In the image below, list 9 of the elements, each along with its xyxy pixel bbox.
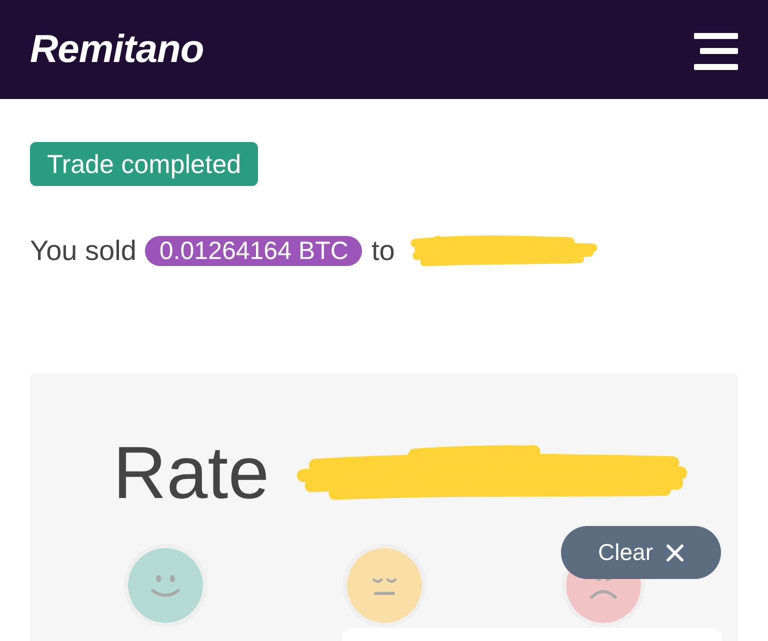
summary-text: to (371, 234, 395, 268)
rating-title: Rate (113, 436, 270, 510)
amount-badge: 0.01264164 BTC (145, 236, 362, 266)
summary-text: You sold (30, 234, 136, 268)
clear-toast[interactable]: Clear (561, 526, 721, 579)
brand-logo[interactable]: Remitano (30, 30, 204, 69)
status-badge: Trade completed (30, 142, 258, 186)
menu-icon[interactable] (694, 32, 738, 70)
close-icon (666, 544, 684, 562)
